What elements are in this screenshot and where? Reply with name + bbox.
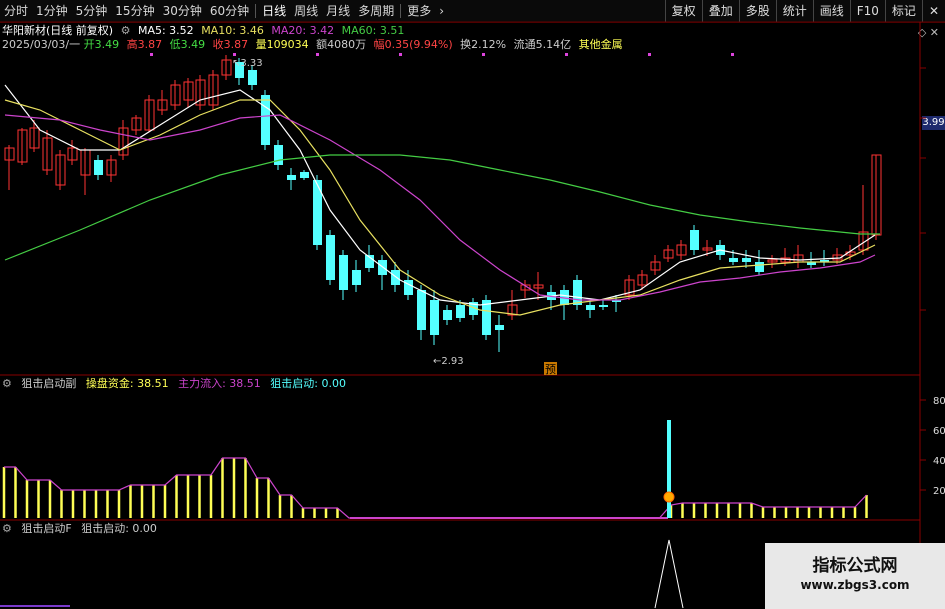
marker-dot (233, 53, 236, 56)
indicator2-header: ⚙ 狙击启动F 狙击启动: 0.00 (2, 522, 163, 536)
signal-marker-icon (663, 491, 675, 503)
marker-dot (565, 53, 568, 56)
indicator1-settings-icon[interactable]: ⚙ (2, 377, 12, 390)
candle-body-down (456, 305, 465, 318)
high-price-label: ↖3.33 (232, 58, 263, 69)
candle-body-down (352, 270, 361, 285)
candle-body-down (300, 172, 309, 178)
candle-body-down (742, 258, 751, 262)
candle-body-down (482, 300, 491, 335)
low-price-label: ←2.93 (433, 356, 464, 367)
candle-body-down (248, 70, 257, 85)
kline-chart[interactable]: 80 60 40 20 ↖3.33 ←2.93 预 (0, 0, 945, 609)
candle-body-down (495, 325, 504, 330)
marker-dot (648, 53, 651, 56)
candle-body-down (430, 300, 439, 335)
candle-body-down (443, 310, 452, 320)
candle-body-down (417, 290, 426, 330)
marker-dot (482, 53, 485, 56)
indicator2-settings-icon[interactable]: ⚙ (2, 522, 12, 535)
marker-dot (150, 53, 153, 56)
candle-body-down (339, 255, 348, 290)
indicator1-caopan: 操盘资金: 38.51 (85, 377, 169, 390)
candle-body-down (599, 305, 608, 307)
candle-body-down (326, 235, 335, 280)
candle-body-down (261, 95, 270, 145)
watermark-title: 指标公式网 (812, 556, 898, 576)
marker-dot (399, 53, 402, 56)
ma20-line (4, 114, 876, 301)
indicator-axis-label: 20 (933, 486, 945, 497)
indicator2-start: 狙击启动: 0.00 (81, 522, 157, 535)
indicator-axis-label: 60 (933, 426, 945, 437)
marker-dot (731, 53, 734, 56)
indicator1-name[interactable]: 狙击启动副 (21, 377, 76, 390)
start-signal-triangle (654, 539, 684, 609)
candle-body-down (274, 145, 283, 165)
candle-body-down (391, 270, 400, 285)
candle-body-down (313, 180, 322, 245)
indicator1-main: 主力流入: 38.51 (178, 377, 261, 390)
candle-body-down (729, 258, 738, 262)
candle-body-down (573, 280, 582, 305)
main-flow-line (4, 457, 867, 519)
indicator2-name[interactable]: 狙击启动F (21, 522, 71, 535)
candle-body-down (690, 230, 699, 250)
candle-body-down (94, 160, 103, 175)
candle-body-down (586, 305, 595, 310)
watermark-url: www.zbgs3.com (800, 578, 910, 592)
indicator1-start: 狙击启动: 0.00 (270, 377, 346, 390)
marker-dot (316, 53, 319, 56)
ma60-line (4, 154, 880, 261)
indicator-axis-label: 80 (933, 396, 945, 407)
event-tag-label: 预 (545, 363, 556, 376)
candle-body-down (755, 262, 764, 272)
indicator-axis-label: 40 (933, 456, 945, 467)
start-signal-bar (667, 420, 671, 518)
watermark: 指标公式网 www.zbgs3.com (765, 543, 945, 609)
candle-body-down (287, 175, 296, 180)
indicator1-header: ⚙ 狙击启动副 操盘资金: 38.51 主力流入: 38.51 狙击启动: 0.… (2, 377, 352, 391)
